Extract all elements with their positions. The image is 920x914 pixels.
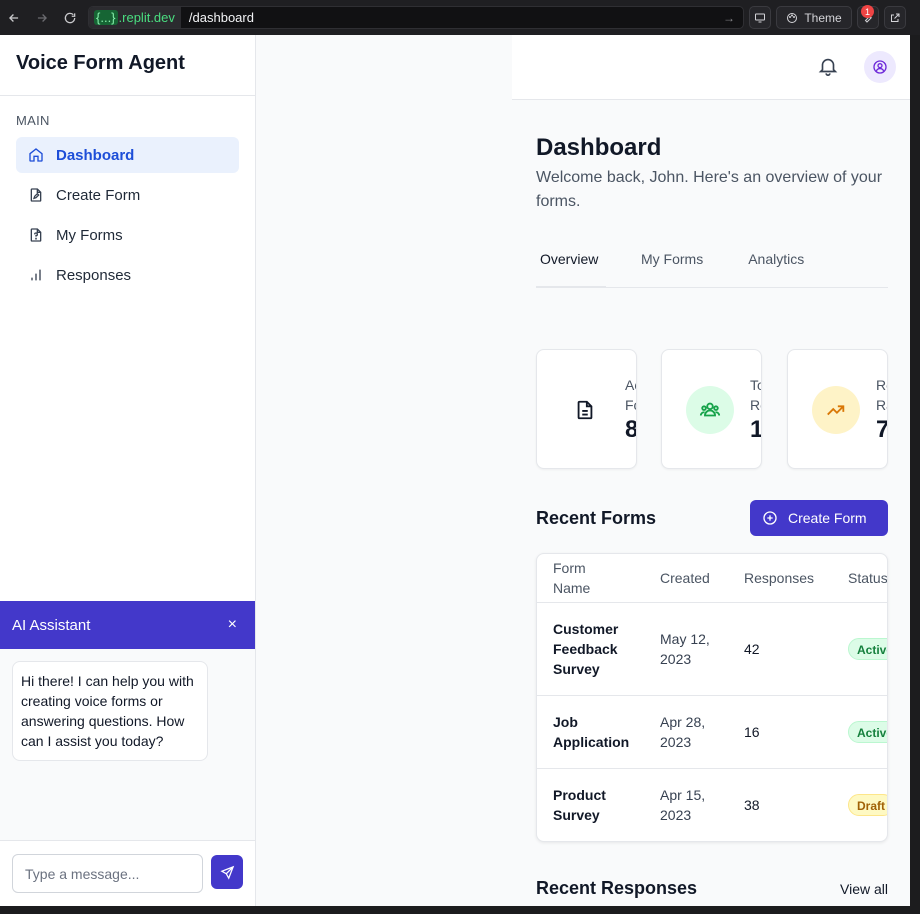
reload-icon[interactable] xyxy=(56,0,84,35)
tab-analytics[interactable]: Analytics xyxy=(744,247,808,288)
address-bar[interactable]: {...} .replit.dev /dashboard → xyxy=(88,6,744,29)
open-external-icon[interactable] xyxy=(884,6,906,29)
stat-card-total-responses: Total Responses 124 xyxy=(661,349,762,469)
tab-bar: Overview My Forms Analytics xyxy=(536,247,888,288)
bell-icon[interactable] xyxy=(817,55,839,82)
recent-forms-title: Recent Forms xyxy=(536,507,657,528)
stat-card-response-rate: Response Rate 76% xyxy=(787,349,888,469)
user-circle-icon xyxy=(873,60,887,74)
sidebar-item-label: Dashboard xyxy=(56,146,135,164)
url-path: /dashboard xyxy=(188,10,254,25)
tab-overview[interactable]: Overview xyxy=(536,247,606,288)
table-row[interactable]: Job Application Apr 28, 2023 16 Active xyxy=(537,696,887,769)
app-brand: Voice Form Agent xyxy=(0,35,255,96)
sidebar-item-label: Create Form xyxy=(56,186,141,204)
stat-value: 124 xyxy=(750,416,761,444)
back-icon[interactable] xyxy=(0,0,28,35)
sidebar-item-label: Responses xyxy=(56,266,132,284)
sidebar-item-create-form[interactable]: Create Form xyxy=(16,177,239,213)
form-responses: 38 xyxy=(744,797,760,813)
stats-row: Active Forms 8 Total Responses 124 Respo… xyxy=(536,349,910,469)
users-icon xyxy=(686,386,734,434)
main-content: Dashboard Welcome back, John. Here's an … xyxy=(536,100,910,898)
recent-forms-table: Form Name Created Responses Status Custo… xyxy=(536,553,888,842)
stat-label: Total Responses xyxy=(750,377,761,413)
top-header xyxy=(512,35,910,100)
assistant-message: Hi there! I can help you with creating v… xyxy=(12,661,208,761)
column-header-created: Created xyxy=(660,570,710,586)
create-form-label: Create Form xyxy=(788,510,867,526)
column-header-responses: Responses xyxy=(744,570,815,586)
plus-circle-icon xyxy=(762,510,778,526)
send-button[interactable] xyxy=(211,855,243,889)
ai-assistant-panel: AI Assistant × Hi there! I can help you … xyxy=(0,601,255,906)
page-title: Dashboard xyxy=(536,134,662,161)
file-edit-icon xyxy=(28,187,44,203)
stat-label: Response Rate xyxy=(876,377,887,413)
go-arrow-icon[interactable]: → xyxy=(723,11,735,25)
file-question-icon xyxy=(28,227,44,243)
send-icon xyxy=(219,865,234,880)
tab-my-forms[interactable]: My Forms xyxy=(637,247,707,288)
stat-card-active-forms: Active Forms 8 xyxy=(536,349,637,469)
status-badge: Active xyxy=(848,638,887,660)
forward-icon[interactable] xyxy=(28,0,56,35)
chat-message-input[interactable] xyxy=(12,854,203,893)
notification-badge: 1 xyxy=(861,5,874,18)
welcome-text: Welcome back, John. Here's an overview o… xyxy=(536,169,883,210)
form-responses: 16 xyxy=(744,724,760,740)
browser-toolbar: {...} .replit.dev /dashboard → Theme 1 xyxy=(0,0,920,35)
ai-assistant-header: AI Assistant × xyxy=(0,601,255,649)
view-all-link[interactable]: View all xyxy=(840,881,888,897)
ai-assistant-title: AI Assistant xyxy=(12,616,91,634)
column-header-status: Status xyxy=(848,570,888,586)
url-host-domain: .replit.dev xyxy=(118,10,175,25)
sidebar-item-dashboard[interactable]: Dashboard xyxy=(16,137,239,173)
close-icon[interactable]: × xyxy=(228,616,243,634)
recent-responses-header: Recent Responses View all xyxy=(536,878,888,899)
home-icon xyxy=(28,147,44,163)
stat-value: 8 xyxy=(625,416,636,444)
table-row[interactable]: Product Survey Apr 15, 2023 38 Draft xyxy=(537,769,887,841)
url-host-brace: {...} xyxy=(94,10,118,25)
stat-value: 76% xyxy=(876,416,887,444)
devtools-button[interactable]: 1 xyxy=(857,5,879,29)
form-name: Product Survey xyxy=(553,787,606,823)
form-responses: 42 xyxy=(744,641,760,657)
form-name: Customer Feedback Survey xyxy=(553,621,619,677)
table-header: Form Name Created Responses Status xyxy=(537,554,887,603)
recent-responses-title: Recent Responses xyxy=(536,878,698,898)
form-created: Apr 15, 2023 xyxy=(660,787,706,823)
create-form-button[interactable]: Create Form xyxy=(750,500,888,536)
stat-label: Active Forms xyxy=(625,377,636,413)
palette-icon xyxy=(787,12,798,23)
theme-button[interactable]: Theme xyxy=(776,6,852,29)
section-label-main: MAIN xyxy=(16,113,50,128)
avatar[interactable] xyxy=(864,51,896,83)
theme-label: Theme xyxy=(804,10,842,25)
chat-input-row xyxy=(0,840,255,906)
column-header-form-name: Form Name xyxy=(553,560,591,596)
url-host: {...} .replit.dev xyxy=(89,7,181,28)
recent-forms-header: Recent Forms Create Form xyxy=(536,500,888,536)
sidebar-item-label: My Forms xyxy=(56,226,123,244)
trending-up-icon xyxy=(812,386,860,434)
form-created: May 12, 2023 xyxy=(660,631,710,667)
app-window: Voice Form Agent MAIN Dashboard Create F… xyxy=(0,35,910,906)
sidebar: Voice Form Agent MAIN Dashboard Create F… xyxy=(0,35,256,906)
file-text-icon xyxy=(561,386,609,434)
status-badge: Draft xyxy=(848,794,887,816)
table-row[interactable]: Customer Feedback Survey May 12, 2023 42… xyxy=(537,603,887,696)
form-created: Apr 28, 2023 xyxy=(660,714,706,750)
device-preview-icon[interactable] xyxy=(749,6,771,29)
sidebar-item-responses[interactable]: Responses xyxy=(16,257,239,293)
sidebar-item-my-forms[interactable]: My Forms xyxy=(16,217,239,253)
bar-chart-icon xyxy=(28,267,44,283)
form-name: Job Application xyxy=(553,714,630,750)
status-badge: Active xyxy=(848,721,887,743)
